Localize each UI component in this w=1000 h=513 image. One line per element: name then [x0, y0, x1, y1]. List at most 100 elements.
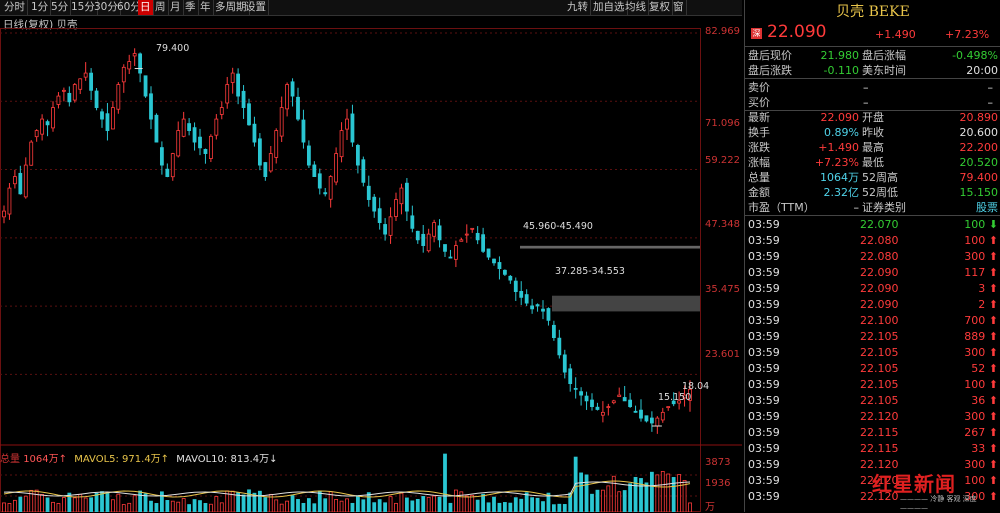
low-annotation: 15.150	[658, 392, 692, 403]
volume-bar	[94, 492, 99, 512]
field-value: 79.400	[959, 171, 999, 184]
kline-chart[interactable]	[0, 28, 742, 512]
candle-body	[236, 73, 241, 97]
volume-bar	[110, 499, 115, 512]
volume-bar	[388, 496, 393, 512]
trade-time: 03:59	[748, 346, 780, 359]
field-value: +1.490	[818, 141, 859, 154]
trade-time: 03:59	[748, 410, 780, 423]
candle-body	[94, 90, 99, 108]
volume-bar	[404, 497, 409, 512]
trade-volume: 117 ⬆	[964, 266, 998, 279]
candle-body	[339, 130, 344, 158]
toolbar-tab[interactable]: 设置	[243, 0, 269, 15]
volume-unit: 万	[705, 502, 715, 513]
candle-body	[132, 53, 137, 57]
toolbar-tab[interactable]: 周	[153, 0, 169, 15]
price-label: 23.601	[705, 349, 740, 360]
volume-bar	[394, 502, 398, 512]
candle-body	[519, 291, 524, 298]
volume-bar	[628, 483, 633, 512]
candle-body	[34, 130, 39, 138]
field-value: –	[863, 96, 869, 109]
candle-body	[247, 103, 251, 126]
candle-body	[355, 145, 360, 166]
trade-volume: 100 ⬆	[964, 234, 998, 247]
volume-bar	[198, 500, 202, 512]
toolbar-tab[interactable]: 季	[183, 0, 199, 15]
candle-body	[154, 114, 159, 143]
candle-body	[29, 141, 34, 166]
volume-bar	[524, 492, 529, 512]
candle-body	[198, 136, 202, 149]
field-value: 0.89%	[824, 126, 859, 139]
volume-bar	[644, 482, 649, 512]
candle-body	[361, 159, 366, 183]
divider	[745, 78, 1000, 79]
candle-body	[551, 324, 556, 339]
bid-ask-row: 买价 – –	[745, 96, 1000, 109]
candle-body	[508, 275, 513, 281]
candle-body	[312, 164, 317, 177]
volume-bar	[399, 492, 404, 512]
candle-body	[170, 153, 175, 178]
candle-body	[23, 164, 28, 198]
toolbar-tab[interactable]: 分时	[2, 0, 28, 15]
trade-volume: 889 ⬆	[964, 330, 998, 343]
volume-bar	[334, 499, 339, 512]
volume-bar	[671, 477, 676, 512]
trade-time: 03:59	[748, 218, 780, 231]
candle-body	[399, 187, 404, 205]
toolbar-tool[interactable]: 窗	[671, 0, 687, 15]
trade-volume: 3 ⬆	[978, 282, 998, 295]
toolbar-tool[interactable]: 复权	[647, 0, 673, 15]
candle-body	[116, 84, 121, 110]
quote-stat-row: 金额 2.32亿 52周低 15.150	[745, 186, 1000, 199]
candle-body	[562, 354, 567, 373]
volume-bar	[40, 494, 45, 512]
trade-time: 03:59	[748, 490, 780, 503]
field-value: 22.200	[959, 141, 999, 154]
volume-bar	[421, 496, 426, 512]
volume-bar	[639, 478, 643, 512]
volume-label: 1936	[705, 478, 731, 489]
volume-bar	[219, 502, 224, 512]
volume-bar	[557, 503, 562, 512]
candle-body	[306, 145, 311, 166]
candle-body	[557, 337, 562, 356]
candle-body	[535, 304, 540, 307]
field-value: 20.890	[959, 111, 999, 124]
candle-body	[72, 84, 77, 101]
toolbar-tab[interactable]: 5分	[49, 0, 72, 15]
candle-body	[617, 394, 622, 398]
toolbar-tool[interactable]: 九转	[565, 0, 591, 15]
candle-body	[497, 262, 502, 269]
volume-total: 1064万↑	[23, 454, 68, 465]
trade-row: 03:59 22.080 300 ⬆	[745, 250, 1000, 263]
toolbar-tab[interactable]: 月	[168, 0, 184, 15]
field-label: 最低	[862, 156, 884, 169]
toolbar-tab[interactable]: 年	[198, 0, 214, 15]
candle-body	[394, 199, 398, 217]
candle-body	[2, 210, 6, 218]
field-value: 20.520	[959, 156, 999, 169]
candle-body	[56, 95, 61, 105]
candle-body	[127, 61, 132, 70]
volume-bar	[12, 499, 17, 512]
field-label: 美东时间	[862, 64, 906, 77]
candle-body	[530, 305, 535, 310]
stock-header: 贝壳 BEKE 深 22.090 +1.490 +7.23%	[745, 0, 1000, 45]
volume-bar	[56, 503, 61, 512]
toolbar-tab[interactable]: 1分	[29, 0, 52, 15]
trade-row: 03:59 22.090 117 ⬆	[745, 266, 1000, 279]
volume-bar	[448, 502, 453, 512]
gap-annotation: 37.285-34.553	[555, 266, 625, 277]
toolbar-tab[interactable]: 日	[138, 0, 154, 15]
candle-body	[415, 230, 420, 241]
candle-body	[334, 153, 339, 183]
toolbar-tool[interactable]: 均线	[623, 0, 649, 15]
trade-price: 22.115	[860, 426, 899, 439]
field-label: 昨收	[862, 126, 884, 139]
candle-body	[78, 78, 83, 90]
volume-bar	[350, 502, 355, 512]
